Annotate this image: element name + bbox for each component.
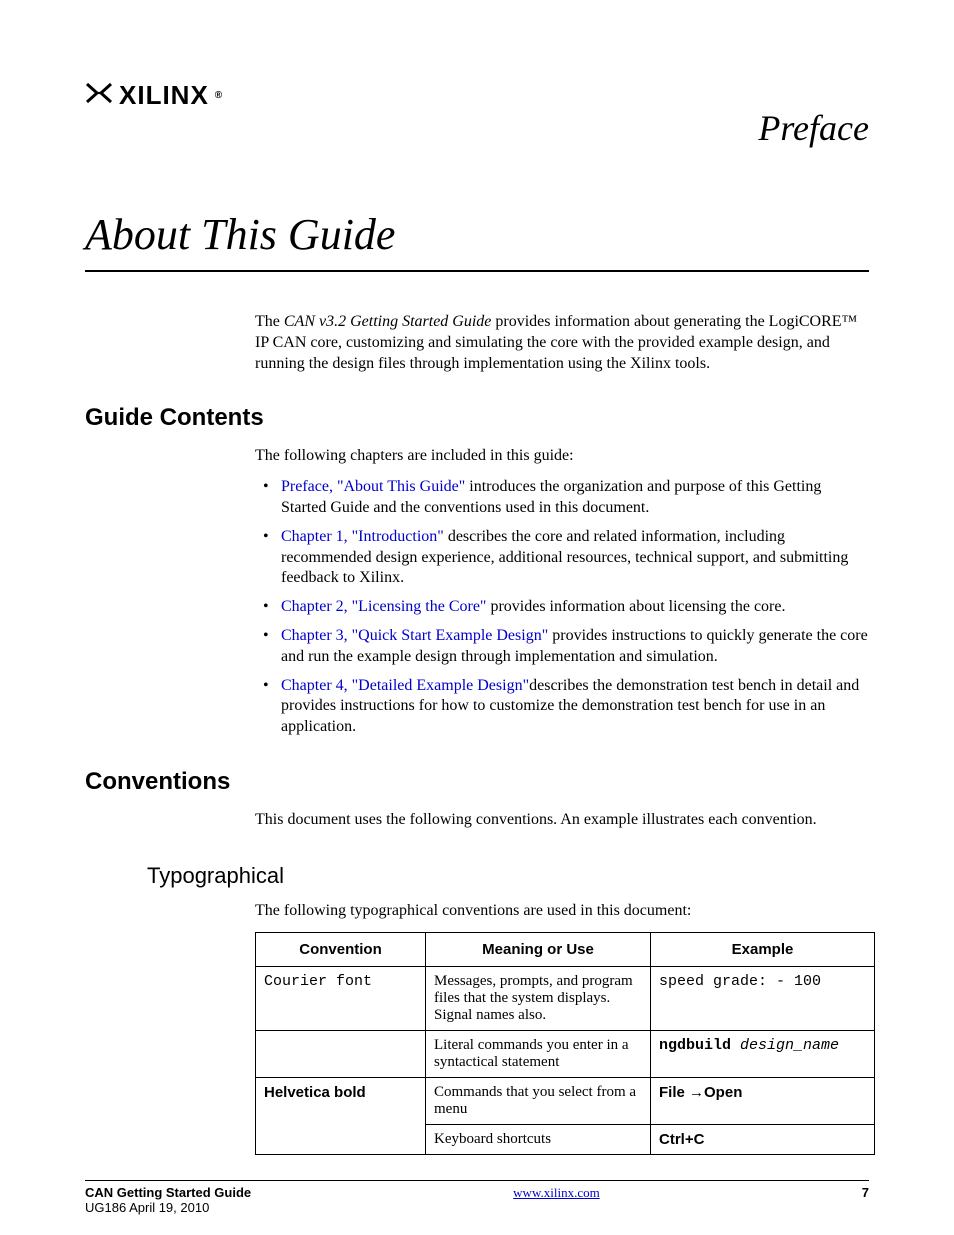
page-title: About This Guide	[85, 209, 869, 272]
logo-icon	[85, 80, 113, 111]
th-convention: Convention	[256, 932, 426, 966]
list-item: Chapter 1, "Introduction" describes the …	[255, 527, 869, 589]
preface-label: Preface	[85, 107, 869, 149]
link-chapter2[interactable]: Chapter 2, "Licensing the Core"	[281, 598, 486, 615]
footer-sub: UG186 April 19, 2010	[85, 1200, 251, 1215]
page-footer: CAN Getting Started Guide UG186 April 19…	[85, 1180, 869, 1215]
list-item: Chapter 3, "Quick Start Example Design" …	[255, 626, 869, 668]
guide-contents-heading: Guide Contents	[85, 404, 869, 432]
table-row: Literal commands you enter in a syntacti…	[256, 1030, 875, 1077]
th-meaning: Meaning or Use	[426, 932, 651, 966]
intro-paragraph: The CAN v3.2 Getting Started Guide provi…	[255, 312, 869, 374]
conventions-table: Convention Meaning or Use Example Courie…	[255, 932, 875, 1155]
list-item: Chapter 2, "Licensing the Core" provides…	[255, 597, 869, 618]
link-chapter1[interactable]: Chapter 1, "Introduction"	[281, 528, 444, 545]
table-row: Courier font Messages, prompts, and prog…	[256, 966, 875, 1030]
link-chapter4[interactable]: Chapter 4, "Detailed Example Design"	[281, 677, 529, 694]
list-item: Chapter 4, "Detailed Example Design"desc…	[255, 676, 869, 738]
th-example: Example	[651, 932, 875, 966]
table-row: Helvetica bold Commands that you select …	[256, 1077, 875, 1124]
link-chapter3[interactable]: Chapter 3, "Quick Start Example Design"	[281, 627, 548, 644]
conventions-lead: This document uses the following convent…	[255, 810, 869, 831]
typographical-lead: The following typographical conventions …	[255, 901, 869, 922]
link-preface[interactable]: Preface, "About This Guide"	[281, 478, 465, 495]
guide-contents-lead: The following chapters are included in t…	[255, 446, 869, 467]
footer-title: CAN Getting Started Guide	[85, 1185, 251, 1200]
conventions-heading: Conventions	[85, 768, 869, 796]
list-item: Preface, "About This Guide" introduces t…	[255, 477, 869, 519]
footer-page: 7	[862, 1185, 869, 1200]
footer-url[interactable]: www.xilinx.com	[513, 1185, 600, 1201]
typographical-heading: Typographical	[147, 863, 869, 889]
logo-text: XILINX	[119, 80, 209, 111]
guide-contents-list: Preface, "About This Guide" introduces t…	[255, 477, 869, 738]
